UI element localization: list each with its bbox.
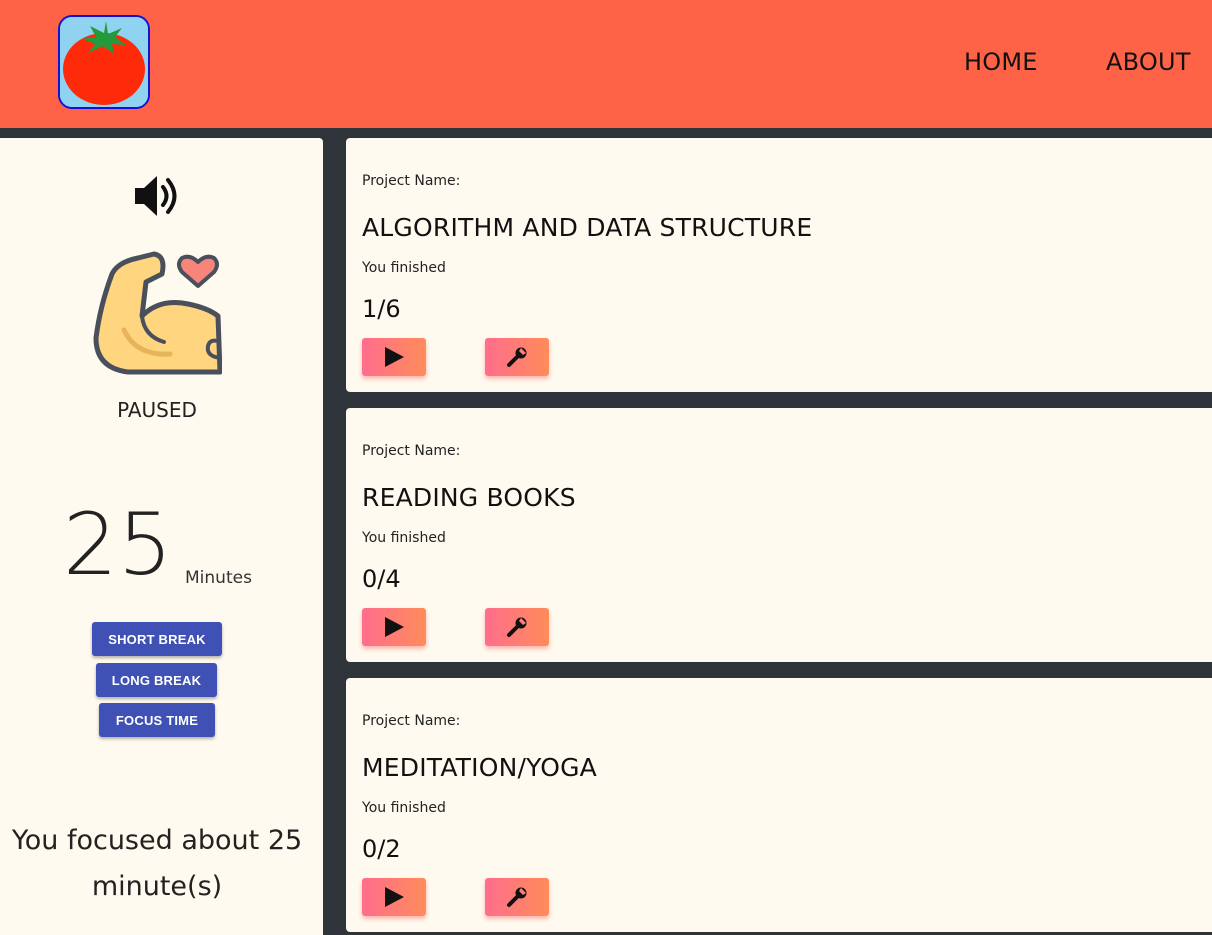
- flexed-arm-heart-icon: [93, 251, 222, 375]
- project-progress: 0/2: [362, 835, 401, 863]
- settings-button[interactable]: [485, 338, 549, 376]
- finished-label: You finished: [362, 800, 446, 816]
- play-button[interactable]: [362, 878, 426, 916]
- timer-status: PAUSED: [117, 398, 197, 422]
- settings-button[interactable]: [485, 878, 549, 916]
- project-progress: 1/6: [362, 295, 401, 323]
- tomato-icon: [60, 17, 148, 107]
- project-name-label: Project Name:: [362, 443, 461, 459]
- wrench-icon: [507, 617, 527, 637]
- settings-button[interactable]: [485, 608, 549, 646]
- play-icon: [385, 887, 404, 907]
- play-button[interactable]: [362, 608, 426, 646]
- app-logo[interactable]: [58, 15, 150, 109]
- play-button[interactable]: [362, 338, 426, 376]
- project-name: READING BOOKS: [362, 483, 576, 512]
- minutes-label: Minutes: [185, 568, 252, 588]
- speaker-icon[interactable]: [133, 171, 181, 221]
- project-progress: 0/4: [362, 565, 401, 593]
- finished-label: You finished: [362, 260, 446, 276]
- timer-minutes: 25: [63, 495, 173, 595]
- wrench-icon: [507, 887, 527, 907]
- nav-about-link[interactable]: ABOUT: [1106, 48, 1191, 76]
- project-name-label: Project Name:: [362, 713, 461, 729]
- project-name-label: Project Name:: [362, 173, 461, 189]
- app-header: HOME ABOUT: [0, 0, 1212, 128]
- play-icon: [385, 347, 404, 367]
- project-card: Project Name: READING BOOKS You finished…: [346, 408, 1212, 662]
- project-name: MEDITATION/YOGA: [362, 753, 597, 782]
- focus-time-button[interactable]: FOCUS TIME: [99, 703, 215, 737]
- finished-label: You finished: [362, 530, 446, 546]
- focused-summary: You focused about 25 minute(s): [11, 825, 303, 902]
- project-card: Project Name: ALGORITHM AND DATA STRUCTU…: [346, 138, 1212, 392]
- project-name: ALGORITHM AND DATA STRUCTURE: [362, 213, 813, 242]
- nav-home-link[interactable]: HOME: [964, 48, 1038, 76]
- play-icon: [385, 617, 404, 637]
- wrench-icon: [507, 347, 527, 367]
- long-break-button[interactable]: LONG BREAK: [96, 663, 217, 697]
- short-break-button[interactable]: SHORT BREAK: [92, 622, 222, 656]
- project-card: Project Name: MEDITATION/YOGA You finish…: [346, 678, 1212, 932]
- timer-panel: PAUSED 25 Minutes SHORT BREAK LONG BREAK…: [0, 138, 323, 935]
